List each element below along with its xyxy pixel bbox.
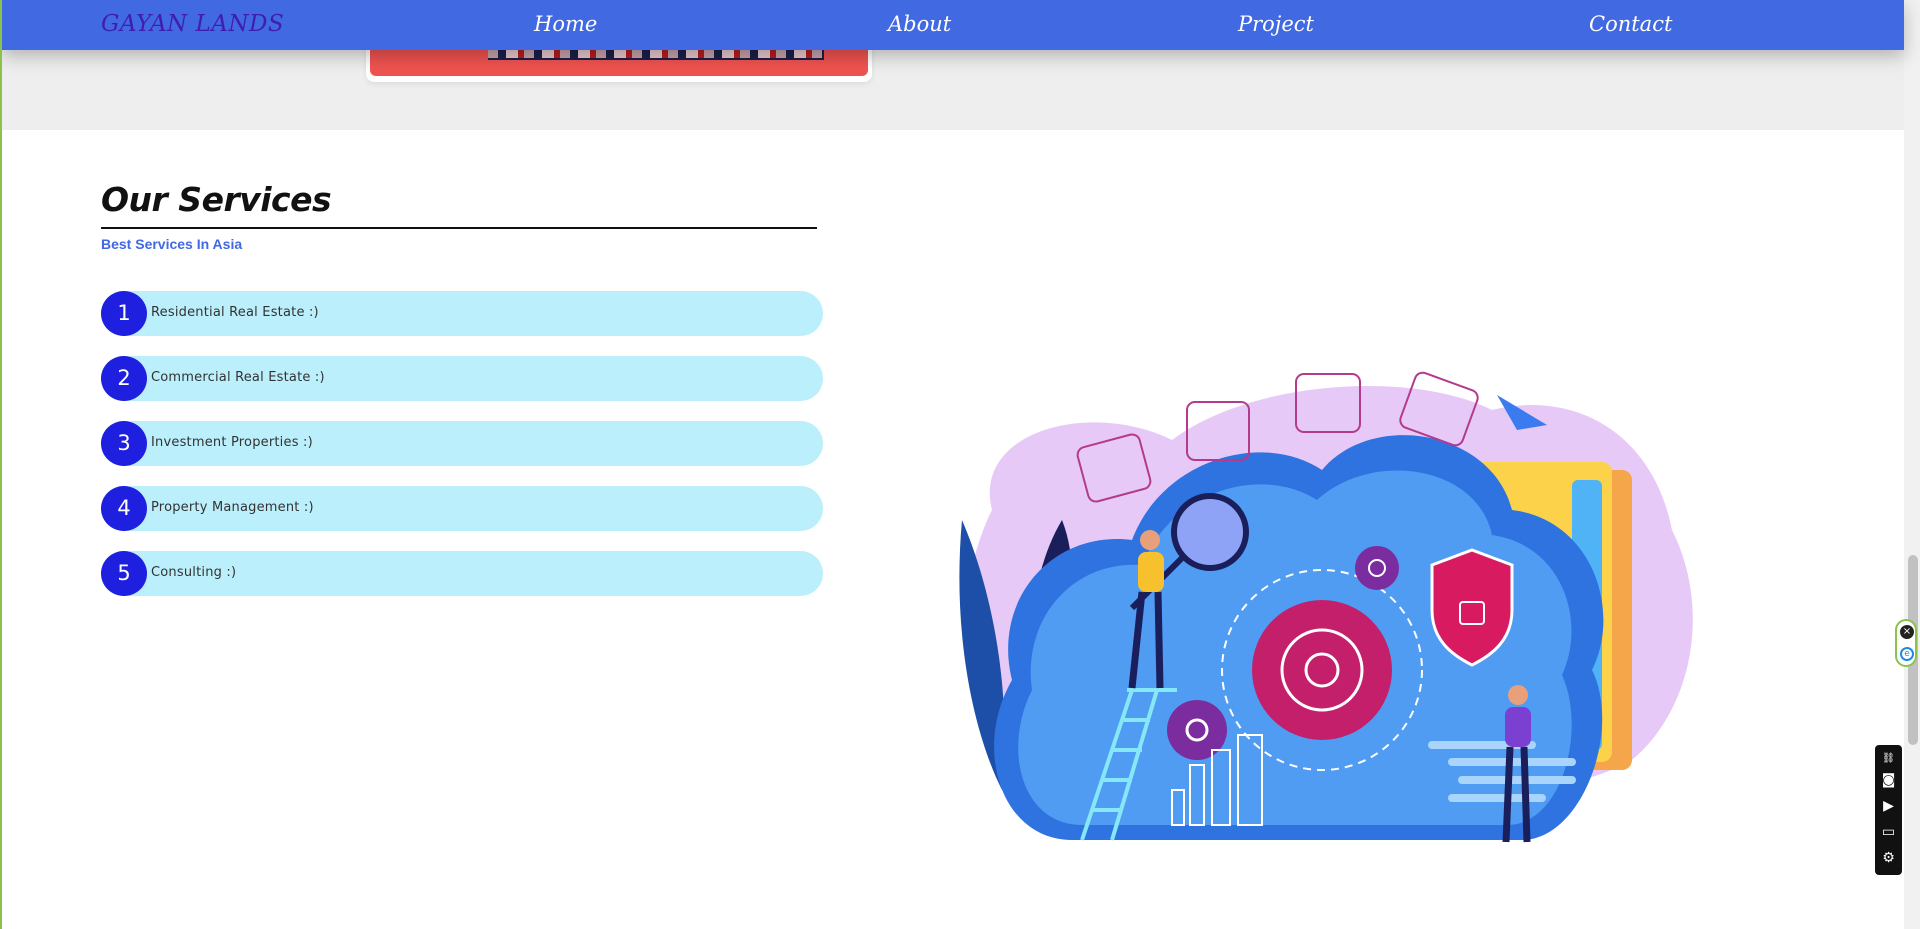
- close-icon[interactable]: ×: [1900, 625, 1914, 639]
- previous-image-line: [488, 58, 824, 60]
- service-label: Commercial Real Estate :): [151, 370, 325, 385]
- service-number-badge: 3: [101, 421, 147, 466]
- nav-home-link[interactable]: Home: [534, 12, 597, 36]
- person-shirt: [1505, 707, 1531, 747]
- gear-icon[interactable]: ⚙: [1879, 849, 1898, 868]
- window-icon[interactable]: ▭: [1879, 823, 1898, 842]
- page: GAYAN LANDS Home About Project Contact O…: [0, 0, 1920, 929]
- nav-contact-link[interactable]: Contact: [1589, 12, 1672, 36]
- services-subtitle: Best Services In Asia: [101, 236, 243, 252]
- service-number-badge: 5: [101, 551, 147, 596]
- capture-toolbox: ⛓ ◙ ▶ ▭ ⚙: [1875, 745, 1902, 875]
- service-label: Residential Real Estate :): [151, 305, 319, 320]
- video-icon[interactable]: ▶: [1879, 797, 1898, 816]
- e-icon[interactable]: e: [1900, 647, 1914, 661]
- small-gear-icon: [1355, 546, 1399, 590]
- service-item: 1 Residential Real Estate :): [101, 291, 823, 336]
- services-title: Our Services: [101, 180, 332, 219]
- nav-about-link[interactable]: About: [888, 12, 951, 36]
- service-item: 2 Commercial Real Estate :): [101, 356, 823, 401]
- service-number-badge: 2: [101, 356, 147, 401]
- service-label: Consulting :): [151, 565, 237, 580]
- service-number-badge: 4: [101, 486, 147, 531]
- top-navbar: GAYAN LANDS Home About Project Contact: [2, 0, 1904, 50]
- service-item: 4 Property Management :): [101, 486, 823, 531]
- link-icon[interactable]: ⛓: [1879, 749, 1898, 768]
- person-head: [1140, 530, 1160, 550]
- service-item: 3 Investment Properties :): [101, 421, 823, 466]
- person-head: [1508, 685, 1528, 705]
- page-scrollbar[interactable]: [1904, 0, 1920, 929]
- services-divider: [101, 227, 817, 229]
- person-shirt: [1138, 552, 1164, 592]
- brand-logo[interactable]: GAYAN LANDS: [101, 11, 284, 37]
- magnifier-icon: [1171, 493, 1249, 571]
- extension-pill: × e: [1895, 619, 1917, 667]
- nav-project-link[interactable]: Project: [1238, 12, 1314, 36]
- service-label: Investment Properties :): [151, 435, 313, 450]
- service-item: 5 Consulting :): [101, 551, 823, 596]
- service-label: Property Management :): [151, 500, 314, 515]
- camera-icon[interactable]: ◙: [1879, 771, 1898, 790]
- service-number-badge: 1: [101, 291, 147, 336]
- cloud-services-illustration: [959, 371, 1693, 843]
